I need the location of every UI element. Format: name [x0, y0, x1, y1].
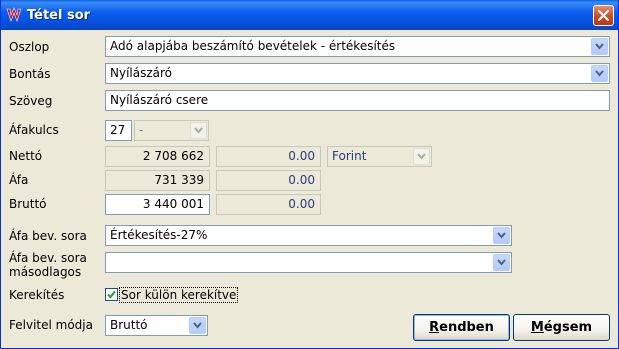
currency-value: Forint — [332, 149, 367, 163]
chevron-down-icon — [194, 127, 203, 134]
afakulcs-select-value: - — [139, 123, 144, 137]
afa-secondary-value: 0.00 — [288, 173, 315, 187]
felvitel-modja-value: Bruttó — [110, 318, 148, 332]
brutto-input[interactable]: 3 440 001 — [105, 194, 210, 215]
ok-button-mnemonic: R — [429, 320, 440, 335]
afa-bev-sora-masodlagos-label-line2: másodlagos — [9, 265, 82, 279]
afa-field: 731 339 — [105, 170, 210, 191]
szoveg-value: Nyílászáró csere — [110, 93, 209, 107]
bontas-select[interactable]: Nyílászáró — [105, 63, 610, 84]
kerekites-label: Kerekítés — [9, 288, 65, 302]
afakulcs-dropdown-button[interactable] — [190, 122, 207, 139]
afa-bev-sora-masodlagos-dropdown-button[interactable] — [493, 254, 510, 271]
brutto-secondary-value: 0.00 — [288, 197, 315, 211]
felvitel-modja-select[interactable]: Bruttó — [105, 315, 208, 336]
afakulcs-label: Áfakulcs — [9, 123, 59, 137]
netto-secondary-field: 0.00 — [216, 146, 321, 167]
ok-button[interactable]: Rendben — [413, 314, 510, 341]
checkmark-icon — [107, 290, 116, 299]
chevron-down-icon — [497, 259, 506, 266]
afa-bev-sora-masodlagos-label-line1: Áfa bev. sora — [9, 251, 87, 265]
kerekites-checkbox[interactable] — [105, 288, 118, 301]
bontas-value: Nyílászáró — [110, 66, 173, 80]
afakulcs-select[interactable]: - — [134, 120, 209, 141]
chevron-down-icon — [193, 322, 202, 329]
afakulcs-code-value: 27 — [110, 123, 126, 137]
close-icon — [597, 9, 610, 22]
felvitel-modja-label: Felvitel módja — [9, 318, 93, 332]
currency-dropdown-button[interactable] — [413, 148, 430, 165]
kerekites-checkbox-label[interactable]: Sor külön kerekítve — [119, 287, 239, 303]
afa-bev-sora-dropdown-button[interactable] — [493, 227, 510, 244]
oszlop-select[interactable]: Adó alapjába beszámító bevételek - érték… — [105, 36, 610, 57]
netto-secondary-value: 0.00 — [288, 149, 315, 163]
chevron-down-icon — [497, 232, 506, 239]
dialog-window: Tétel sor Oszlop Adó alapjába beszámító … — [0, 0, 619, 349]
currency-select[interactable]: Forint — [327, 146, 432, 167]
szoveg-input[interactable]: Nyílászáró csere — [105, 90, 610, 111]
window-title: Tétel sor — [27, 8, 91, 23]
afa-value: 731 339 — [154, 173, 204, 187]
afa-bev-sora-value: Értékesítés-27% — [110, 228, 208, 242]
bontas-dropdown-button[interactable] — [591, 65, 608, 82]
chevron-down-icon — [595, 70, 604, 77]
close-button[interactable] — [593, 5, 614, 26]
chevron-down-icon — [595, 43, 604, 50]
netto-field: 2 708 662 — [105, 146, 210, 167]
oszlop-value: Adó alapjába beszámító bevételek - érték… — [110, 39, 396, 53]
afa-label: Áfa — [9, 173, 29, 187]
oszlop-label: Oszlop — [9, 40, 50, 54]
cancel-button[interactable]: Mégsem — [513, 314, 610, 341]
szoveg-label: Szöveg — [9, 94, 53, 108]
felvitel-modja-dropdown-button[interactable] — [189, 317, 206, 334]
brutto-label: Bruttó — [9, 197, 47, 211]
bontas-label: Bontás — [9, 67, 51, 81]
brutto-secondary-field: 0.00 — [216, 194, 321, 215]
chevron-down-icon — [417, 153, 426, 160]
netto-label: Nettó — [9, 149, 43, 163]
netto-value: 2 708 662 — [142, 149, 204, 163]
cancel-button-mnemonic: M — [530, 320, 544, 335]
brutto-value: 3 440 001 — [142, 197, 204, 211]
afakulcs-code-input[interactable]: 27 — [105, 120, 132, 141]
title-bar[interactable]: Tétel sor — [1, 0, 618, 30]
ok-button-label: endben — [439, 320, 494, 335]
afa-bev-sora-label: Áfa bev. sora — [9, 229, 87, 243]
afa-bev-sora-select[interactable]: Értékesítés-27% — [105, 225, 512, 246]
app-logo-icon — [6, 7, 22, 22]
afa-secondary-field: 0.00 — [216, 170, 321, 191]
cancel-button-label: égsem — [543, 320, 593, 335]
afa-bev-sora-masodlagos-select[interactable] — [105, 252, 512, 273]
oszlop-dropdown-button[interactable] — [591, 38, 608, 55]
